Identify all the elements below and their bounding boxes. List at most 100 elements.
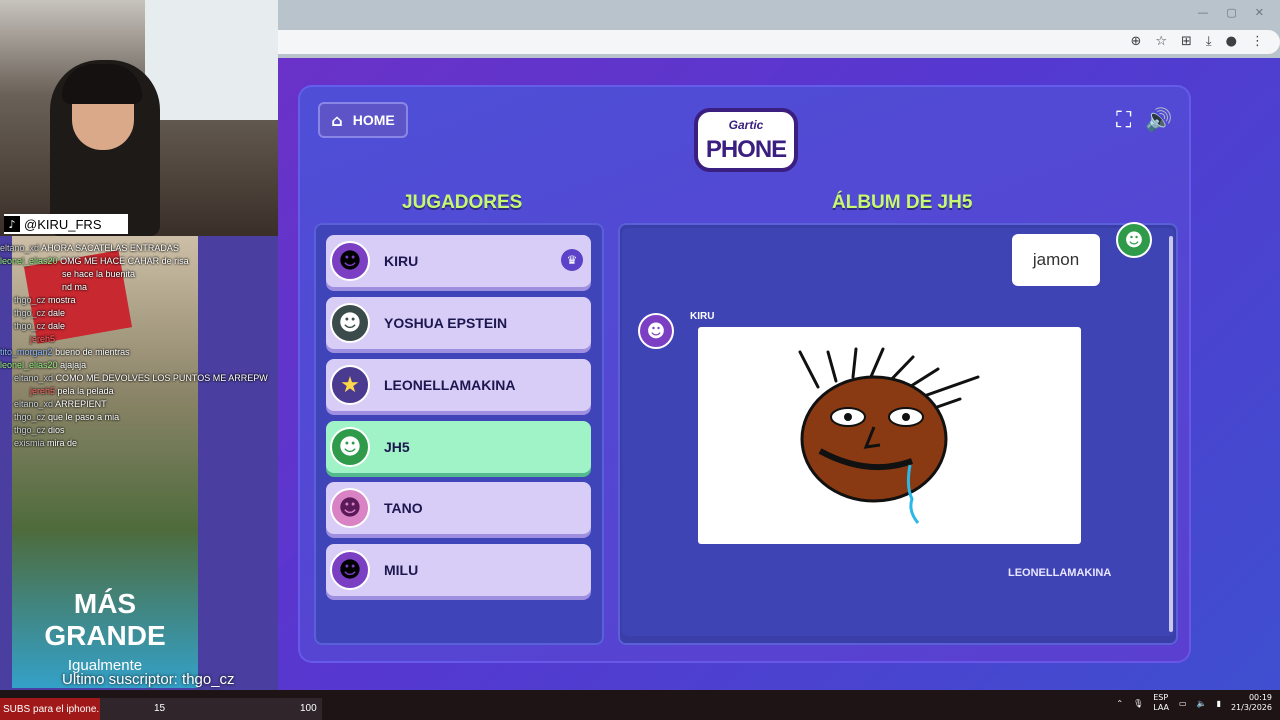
player-name: KIRU <box>384 253 419 269</box>
chat-line: se hace la buenita <box>0 268 280 281</box>
chat-user: tito_morgan2 <box>0 347 53 357</box>
album-scrollbar[interactable] <box>1169 236 1173 632</box>
clock[interactable]: 00:19 21/3/2026 <box>1231 693 1272 713</box>
subs-label: SUBS para el iphone. <box>3 703 100 715</box>
player-avatar: ★ <box>330 365 370 405</box>
chat-msg: AHORA SACATELAS ENTRADAS <box>41 243 179 253</box>
player-item[interactable]: ☻ TANO <box>326 482 591 534</box>
chat-user: thgo_cz <box>14 412 46 422</box>
chat-line: thgo_cz que le paso a mia <box>0 411 280 424</box>
chat-line: eltano_xd AHORA SACATELAS ENTRADAS <box>0 242 280 255</box>
tiktok-handle-text: @KIRU_FRS <box>24 216 102 232</box>
chat-user: thgo_cz <box>14 295 46 305</box>
chat-msg: mira de <box>47 438 78 448</box>
chat-line: thgo_cz mostra <box>0 294 280 307</box>
player-item[interactable]: ☻ JH5 <box>326 421 591 473</box>
tiktok-icon: ♪ <box>4 216 20 232</box>
player-avatar: ☻ <box>330 241 370 281</box>
speaker-icon[interactable]: 🔈 <box>1197 699 1207 708</box>
players-panel: ☻ KIRU ♛ ☻ YOSHUA EPSTEIN ★ LEONELLAMAKI… <box>314 223 604 645</box>
chat-msg: ARREPIENT <box>55 399 107 409</box>
chat-msg: que le paso a mia <box>48 412 120 422</box>
battery-icon[interactable]: ▮ <box>1217 699 1221 708</box>
webcam-window <box>145 0 278 120</box>
chevron-up-icon[interactable]: ⌃ <box>1116 699 1123 708</box>
toolbar-icons: ⊕ ☆ ⊞ ⤓ ● ⋮ <box>1130 34 1264 49</box>
top-controls: ⛶ 🔊 <box>1116 108 1173 133</box>
chat-user: jereh5 <box>30 386 56 396</box>
chat-line: eltano_xd ARREPIENT <box>0 398 280 411</box>
minimize-button[interactable]: — <box>1197 6 1208 19</box>
crown-icon: ♛ <box>561 249 583 271</box>
time: 00:19 <box>1248 693 1272 702</box>
player-avatar: ☻ <box>330 303 370 343</box>
close-button[interactable]: ✕ <box>1255 6 1264 19</box>
chat-line: thgo_cz dale <box>0 320 280 333</box>
download-icon[interactable]: ⤓ <box>1206 34 1212 49</box>
subs-goal-bar: SUBS para el iphone. 15 100 <box>0 698 322 720</box>
chat-line: tito_morgan2 bueno de mientras <box>0 346 280 359</box>
chat-line: leonel_elias20 ajajaja <box>0 359 280 372</box>
date: 21/3/2026 <box>1230 703 1272 712</box>
last-subscriber: Ultimo suscriptor: thgo_cz <box>62 671 235 688</box>
chat-msg: ajajaja <box>60 360 87 370</box>
player-item[interactable]: ☻ MILU <box>326 544 591 596</box>
volume-icon[interactable]: 🔊 <box>1145 108 1172 133</box>
network-icon[interactable]: ▭ <box>1179 699 1187 708</box>
player-avatar: ☻ <box>330 488 370 528</box>
player-avatar: ☻ <box>330 427 370 467</box>
lang-bottom: LAA <box>1153 703 1170 712</box>
fullscreen-icon[interactable]: ⛶ <box>1116 108 1131 133</box>
gartic-phone-logo: Gartic PHONE <box>686 104 806 176</box>
player-item[interactable]: ★ LEONELLAMAKINA <box>326 359 591 411</box>
language-indicator[interactable]: ESP LAA <box>1153 693 1169 713</box>
window-controls: — ▢ ✕ <box>1197 6 1264 19</box>
chat-msg: pela la pelada <box>57 386 114 396</box>
jh5-avatar: ☻ <box>1116 222 1152 258</box>
chat-msg: COMO ME DEVOLVES LOS PUNTOS ME ARREPW <box>55 373 268 383</box>
zoom-icon[interactable]: ⊕ <box>1130 34 1141 49</box>
chat-msg: mostra <box>48 295 76 305</box>
chat-user: jereh5 <box>30 334 56 344</box>
chat-user: exismia <box>14 438 45 448</box>
chat-line: leonel_elias20 OMG ME HACE CAHAR de risa <box>0 255 280 268</box>
home-icon: ⌂ <box>331 110 343 130</box>
logo-box: Gartic PHONE <box>694 108 798 172</box>
translate-icon[interactable]: ⊞ <box>1181 34 1192 49</box>
chat-msg: OMG ME HACE CAHAR de risa <box>60 256 189 266</box>
lang-top: ESP <box>1153 693 1169 702</box>
chat-msg: bueno de mientras <box>55 347 130 357</box>
menu-icon[interactable]: ⋮ <box>1251 34 1264 49</box>
chat-user: thgo_cz <box>14 425 46 435</box>
chat-user: leonel_elias20 <box>0 360 58 370</box>
chat-user: eltano_xd <box>14 373 54 383</box>
player-name: YOSHUA EPSTEIN <box>384 315 508 331</box>
maximize-button[interactable]: ▢ <box>1226 6 1236 19</box>
subs-goal: 100 <box>300 703 317 714</box>
subs-progress: SUBS para el iphone. <box>0 698 100 720</box>
home-button[interactable]: ⌂ HOME <box>318 102 408 138</box>
player-name: LEONELLAMAKINA <box>384 377 516 393</box>
chat-user: thgo_cz <box>14 308 46 318</box>
phrase-bubble: jamon <box>1012 234 1100 286</box>
chat-line: thgo_cz dios <box>0 424 280 437</box>
kiru-avatar: ☻ <box>638 313 674 349</box>
star-icon[interactable]: ☆ <box>1155 34 1167 49</box>
album-title: ÁLBUM DE JH5 <box>832 192 973 213</box>
chat-msg: dios <box>48 425 65 435</box>
album-drawing <box>698 327 1081 544</box>
system-tray: ⌃ 🎙 ESP LAA ▭ 🔈 ▮ 00:19 21/3/2026 <box>1116 693 1272 713</box>
chat-msg: nd ma <box>62 282 88 292</box>
players-title: JUGADORES <box>402 192 523 213</box>
chat-line: eltano_xd COMO ME DEVOLVES LOS PUNTOS ME… <box>0 372 280 385</box>
home-label: HOME <box>352 112 395 128</box>
face-drawing <box>798 347 980 524</box>
player-item[interactable]: ☻ YOSHUA EPSTEIN <box>326 297 591 349</box>
logo-main-text: PHONE <box>705 136 787 163</box>
profile-icon[interactable]: ● <box>1226 34 1237 49</box>
address-bar[interactable]: ⊕ ☆ ⊞ ⤓ ● ⋮ <box>278 30 1280 54</box>
player-item[interactable]: ☻ KIRU ♛ <box>326 235 591 287</box>
chat-user: eltano_xd <box>14 399 54 409</box>
stream-chat: eltano_xd AHORA SACATELAS ENTRADAS leone… <box>0 242 280 450</box>
mic-icon[interactable]: 🎙 <box>1133 699 1143 708</box>
